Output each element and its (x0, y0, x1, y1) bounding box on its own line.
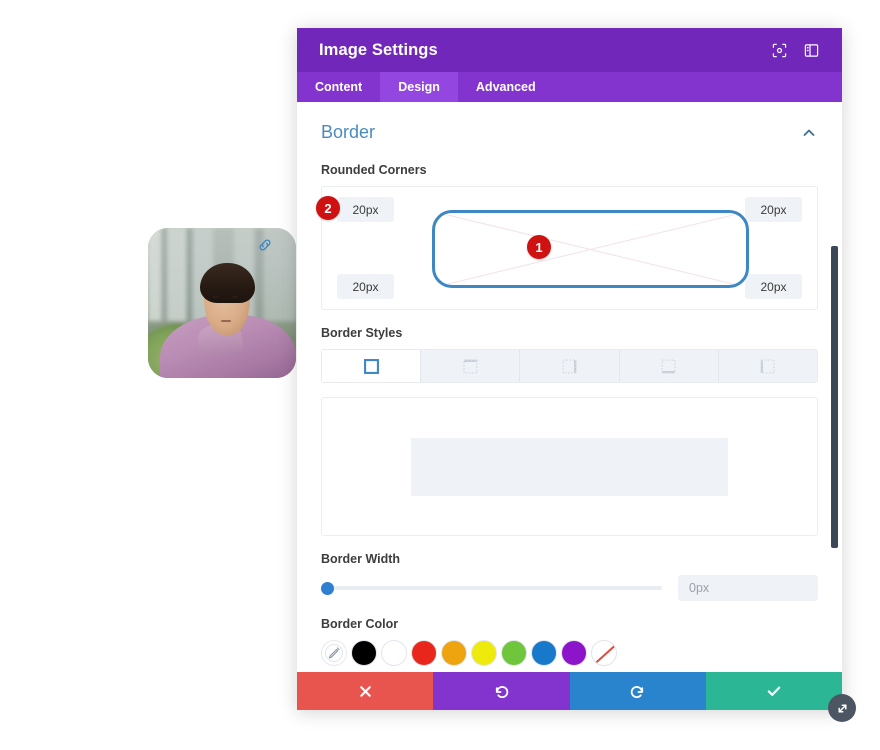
modal-body: Border Rounded Corners 20px 20px 20px 20… (297, 102, 842, 672)
redo-button[interactable] (569, 672, 706, 710)
border-style-all-icon[interactable] (322, 350, 422, 382)
border-width-label: Border Width (321, 552, 401, 566)
slider-thumb[interactable] (321, 582, 334, 595)
rounded-corners-control: 20px 20px 20px 20px (321, 186, 818, 310)
modal-footer (297, 672, 842, 710)
swatch-orange[interactable] (441, 640, 467, 666)
border-style-top-icon[interactable] (421, 350, 521, 382)
border-style-left-icon[interactable] (718, 350, 817, 382)
corner-input-bottom-left[interactable]: 20px (337, 274, 394, 299)
modal-tab-bar: Content Design Advanced (297, 72, 842, 102)
swatch-green[interactable] (501, 640, 527, 666)
swatch-yellow[interactable] (471, 640, 497, 666)
swatch-purple[interactable] (561, 640, 587, 666)
photo-mouth (220, 319, 231, 322)
photo-hair (199, 262, 255, 303)
border-preview-swatch (411, 437, 728, 496)
swatch-blue[interactable] (531, 640, 557, 666)
swatch-black[interactable] (351, 640, 377, 666)
screen: Image Settings Content Design Advanced B… (0, 0, 880, 750)
corner-radius-preview (432, 210, 749, 288)
border-section-header[interactable]: Border (321, 120, 818, 147)
swatch-white[interactable] (381, 640, 407, 666)
border-color-swatches (321, 640, 818, 666)
modal-scrollbar[interactable] (831, 102, 839, 672)
photo-eye-left (213, 295, 220, 298)
corner-input-top-right[interactable]: 20px (745, 197, 802, 222)
corner-input-top-left[interactable]: 20px (337, 197, 394, 222)
tab-design[interactable]: Design (380, 72, 458, 102)
chevron-up-icon[interactable] (800, 124, 818, 142)
swatch-red[interactable] (411, 640, 437, 666)
border-styles-group (321, 349, 818, 383)
tab-content[interactable]: Content (297, 72, 380, 102)
border-styles-label: Border Styles (321, 326, 403, 340)
section-title: Border (321, 122, 376, 142)
border-width-control: 0px (321, 575, 818, 601)
annotation-badge-2: 2 (316, 196, 340, 220)
border-style-bottom-icon[interactable] (619, 350, 719, 382)
focus-target-icon[interactable] (766, 37, 792, 63)
eyedropper-picker-icon[interactable] (321, 640, 347, 666)
annotation-badge-1: 1 (527, 235, 551, 259)
border-width-slider[interactable] (321, 581, 662, 595)
cancel-button[interactable] (297, 672, 434, 710)
undo-button[interactable] (433, 672, 570, 710)
scrollbar-thumb[interactable] (831, 246, 838, 548)
resize-handle[interactable] (828, 694, 856, 722)
tab-advanced[interactable]: Advanced (458, 72, 554, 102)
save-button[interactable] (705, 672, 842, 710)
page-title: Image Settings (319, 40, 438, 59)
link-corners-icon[interactable] (256, 236, 274, 254)
border-width-input[interactable]: 0px (678, 575, 818, 601)
settings-scroll-area: Border Rounded Corners 20px 20px 20px 20… (297, 102, 842, 672)
border-color-label: Border Color (321, 617, 399, 631)
corner-input-bottom-right[interactable]: 20px (745, 274, 802, 299)
swatch-transparent[interactable] (591, 640, 617, 666)
slider-track (321, 586, 662, 590)
image-settings-modal: Image Settings Content Design Advanced B… (297, 28, 842, 710)
no-color-slash (593, 642, 616, 665)
rounded-corners-label: Rounded Corners (321, 163, 427, 177)
photo-eye-right (232, 295, 239, 298)
layout-panel-icon[interactable] (798, 37, 824, 63)
modal-titlebar: Image Settings (297, 28, 842, 72)
border-style-right-icon[interactable] (520, 350, 620, 382)
border-preview-panel (321, 397, 818, 536)
